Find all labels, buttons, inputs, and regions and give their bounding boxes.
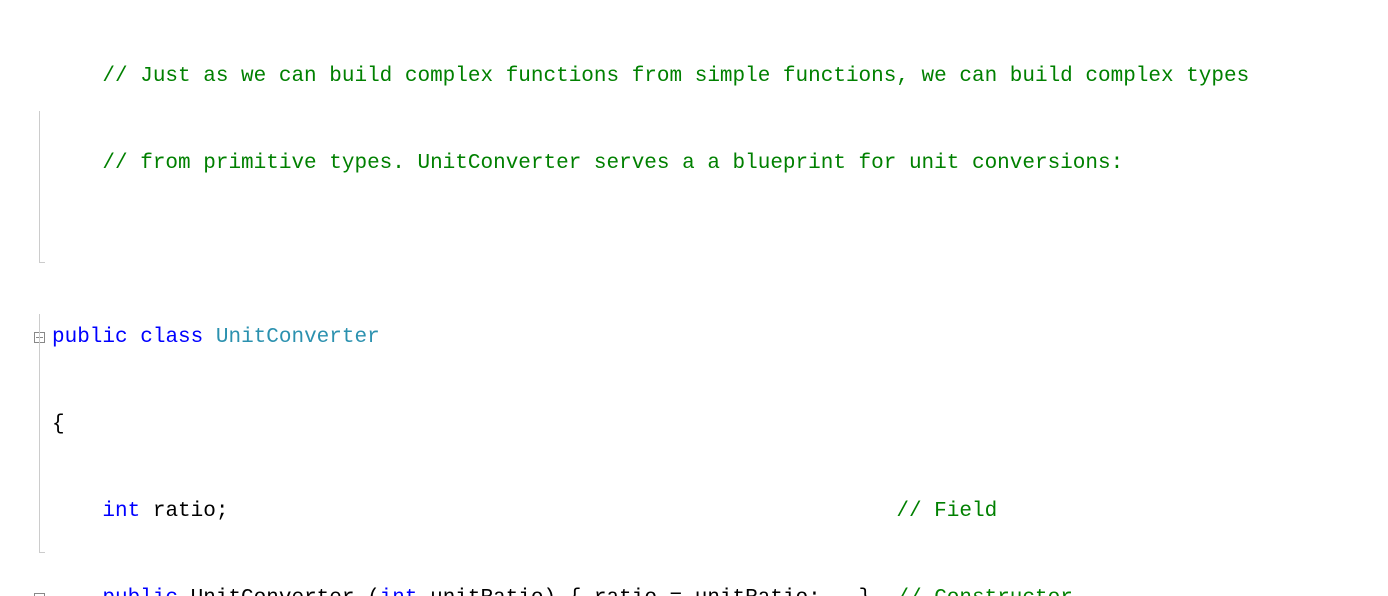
fold-toggle[interactable] bbox=[0, 584, 48, 596]
code-line[interactable]: // from primitive types. UnitConverter s… bbox=[52, 149, 1388, 178]
code-line[interactable]: public class UnitConverter bbox=[52, 323, 1388, 352]
type-name: UnitConverter bbox=[216, 326, 380, 349]
code-line[interactable]: int ratio; // Field bbox=[52, 497, 1388, 526]
comment: // Just as we can build complex function… bbox=[102, 65, 1249, 88]
outline-guide-end bbox=[39, 262, 45, 263]
fold-toggle[interactable] bbox=[0, 323, 48, 352]
outline-guide bbox=[39, 314, 40, 552]
code-line[interactable]: // Just as we can build complex function… bbox=[52, 62, 1388, 91]
code-line[interactable] bbox=[52, 236, 1388, 265]
outline-guide bbox=[39, 111, 40, 262]
outline-guide-end bbox=[39, 552, 45, 553]
code-line[interactable]: { bbox=[52, 410, 1388, 439]
gutter bbox=[0, 4, 48, 596]
code-area[interactable]: // Just as we can build complex function… bbox=[48, 4, 1388, 596]
code-editor[interactable]: // Just as we can build complex function… bbox=[0, 0, 1388, 596]
comment: // from primitive types. UnitConverter s… bbox=[102, 152, 1123, 175]
code-line[interactable]: public UnitConverter (int unitRatio) { r… bbox=[52, 584, 1388, 596]
